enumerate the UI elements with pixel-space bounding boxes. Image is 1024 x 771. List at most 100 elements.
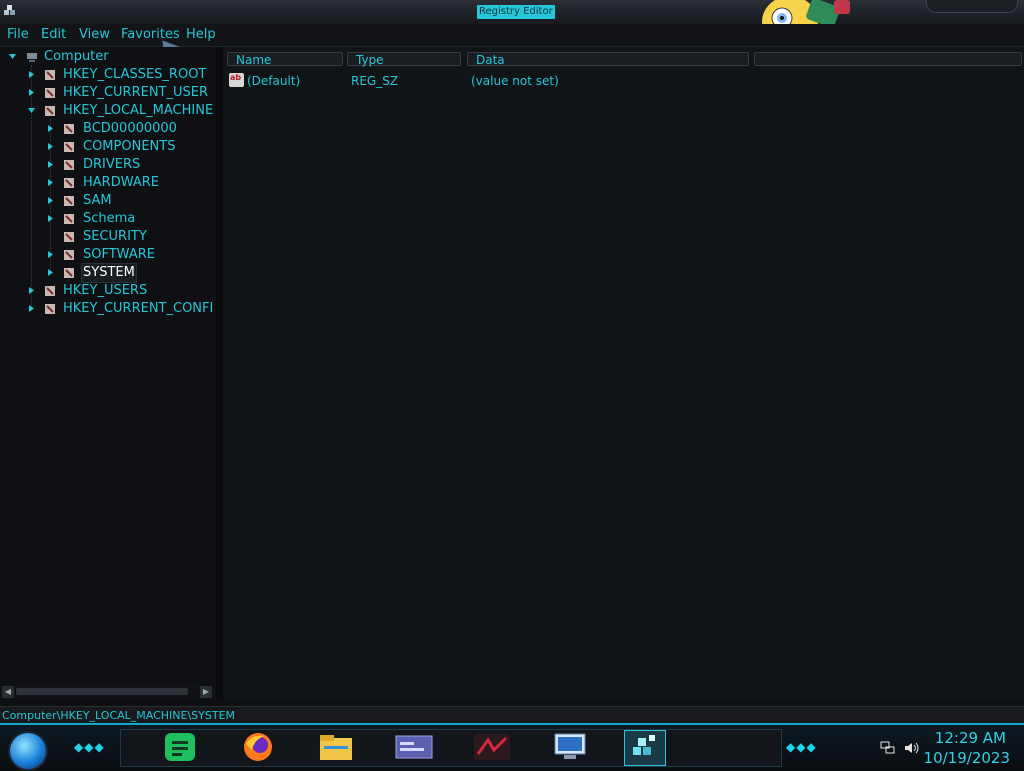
firefox-icon[interactable] xyxy=(238,730,278,764)
expand-arrow-icon[interactable] xyxy=(27,286,36,295)
menu-bar: File Edit View Favorites Help xyxy=(0,24,1024,47)
taskbar-chevrons-left-icon: ◆◆◆ xyxy=(74,740,105,754)
window-title: Registry Editor xyxy=(477,5,555,19)
start-button[interactable] xyxy=(8,731,48,771)
scroll-thumb[interactable] xyxy=(16,688,188,695)
menu-file[interactable]: File xyxy=(7,27,29,42)
column-header-type[interactable]: Type xyxy=(347,52,461,67)
scroll-right-icon[interactable]: ▶ xyxy=(200,686,212,698)
folder-key-icon xyxy=(45,88,55,98)
tree-label: HKEY_CLASSES_ROOT xyxy=(63,67,207,82)
folder-key-icon xyxy=(64,196,74,206)
menu-edit[interactable]: Edit xyxy=(41,27,66,42)
string-value-icon: ab xyxy=(229,73,244,87)
folder-key-icon xyxy=(64,142,74,152)
menu-view[interactable]: View xyxy=(79,27,110,42)
tree-label: COMPONENTS xyxy=(83,139,176,154)
folder-key-icon xyxy=(64,250,74,260)
tree-node-hku[interactable]: HKEY_USERS xyxy=(0,282,216,300)
registry-editor-icon[interactable] xyxy=(624,730,666,766)
menu-help[interactable]: Help xyxy=(186,27,216,42)
taskbar-chevrons-right-icon: ◆◆◆ xyxy=(786,740,817,754)
window-app-icon[interactable] xyxy=(394,730,434,764)
file-explorer-icon[interactable] xyxy=(316,730,356,764)
tree-node-bcd[interactable]: BCD00000000 xyxy=(0,120,216,138)
status-path: Computer\HKEY_LOCAL_MACHINE\SYSTEM xyxy=(2,709,236,722)
expand-arrow-icon[interactable] xyxy=(46,160,55,169)
tree-label: DRIVERS xyxy=(83,157,141,172)
expand-arrow-icon[interactable] xyxy=(46,124,55,133)
tree-node-security[interactable]: SECURITY xyxy=(0,228,216,246)
tree-node-components[interactable]: COMPONENTS xyxy=(0,138,216,156)
computer-icon xyxy=(27,53,37,62)
tree-node-hkcu[interactable]: HKEY_CURRENT_USER xyxy=(0,84,216,102)
expand-arrow-icon[interactable] xyxy=(46,214,55,223)
folder-key-icon xyxy=(45,304,55,314)
tree-label: HKEY_USERS xyxy=(63,283,148,298)
tree-label: HARDWARE xyxy=(83,175,159,190)
title-bar[interactable]: Registry Editor xyxy=(0,0,1024,25)
tree-label: HKEY_CURRENT_USER xyxy=(63,85,209,100)
expand-arrow-icon[interactable] xyxy=(27,88,36,97)
tree-label: HKEY_CURRENT_CONFI xyxy=(63,301,214,316)
expand-arrow-icon[interactable] xyxy=(46,250,55,259)
registry-tree[interactable]: Computer HKEY_CLASSES_ROOT HKEY_CURRENT_… xyxy=(0,47,217,685)
notes-app-icon[interactable] xyxy=(160,730,200,764)
taskbar: ◆◆◆ ◆◆◆ 12:29 AM 10/19/2023 xyxy=(0,723,1024,771)
tree-label: HKEY_LOCAL_MACHINE xyxy=(63,103,214,118)
tree-node-sam[interactable]: SAM xyxy=(0,192,216,210)
column-header-data[interactable]: Data xyxy=(467,52,749,67)
tree-label-selected: SYSTEM xyxy=(81,263,137,283)
scroll-left-icon[interactable]: ◀ xyxy=(2,686,14,698)
folder-key-icon xyxy=(64,124,74,134)
folder-key-icon xyxy=(64,232,74,242)
expand-arrow-icon[interactable] xyxy=(46,178,55,187)
tree-label: SAM xyxy=(83,193,112,208)
tree-node-hkcr[interactable]: HKEY_CLASSES_ROOT xyxy=(0,66,216,84)
tree-node-hkcc[interactable]: HKEY_CURRENT_CONFI xyxy=(0,300,216,318)
clock-time[interactable]: 12:29 AM xyxy=(935,729,1006,747)
tree-node-software[interactable]: SOFTWARE xyxy=(0,246,216,264)
expand-arrow-icon[interactable] xyxy=(46,196,55,205)
tree-label: SECURITY xyxy=(83,229,147,244)
volume-icon[interactable] xyxy=(904,741,920,755)
expand-arrow-icon[interactable] xyxy=(27,70,36,79)
tree-label: BCD00000000 xyxy=(83,121,177,136)
folder-key-icon xyxy=(64,160,74,170)
clock-date[interactable]: 10/19/2023 xyxy=(924,749,1010,767)
tree-label: Schema xyxy=(83,211,136,226)
folder-key-icon xyxy=(45,70,55,80)
tree-horizontal-scrollbar[interactable]: ◀ ▶ xyxy=(0,685,216,699)
values-list[interactable]: Name Type Data ab (Default) REG_SZ (valu… xyxy=(223,47,1024,699)
tree-node-schema[interactable]: Schema xyxy=(0,210,216,228)
tree-node-hklm[interactable]: HKEY_LOCAL_MACHINE xyxy=(0,102,216,120)
network-icon[interactable] xyxy=(880,741,896,755)
pane-splitter[interactable] xyxy=(216,47,223,699)
column-header-name[interactable]: Name xyxy=(227,52,343,67)
window-controls[interactable] xyxy=(926,0,1018,13)
collapse-arrow-icon[interactable] xyxy=(27,106,36,115)
taskbar-band xyxy=(120,729,782,767)
expand-arrow-icon[interactable] xyxy=(46,142,55,151)
tree-label-computer: Computer xyxy=(44,49,109,64)
tree-node-system[interactable]: SYSTEM xyxy=(0,263,216,283)
tree-node-computer[interactable]: Computer xyxy=(0,48,216,66)
tree-label: SOFTWARE xyxy=(83,247,155,262)
tree-node-hardware[interactable]: HARDWARE xyxy=(0,174,216,192)
folder-key-icon xyxy=(64,214,74,224)
value-type: REG_SZ xyxy=(351,74,399,88)
tree-node-drivers[interactable]: DRIVERS xyxy=(0,156,216,174)
column-header-empty xyxy=(754,52,1022,66)
collapse-arrow-icon[interactable] xyxy=(8,52,17,61)
folder-key-icon xyxy=(64,178,74,188)
expand-arrow-icon[interactable] xyxy=(46,268,55,277)
media-app-icon[interactable] xyxy=(472,730,512,764)
expand-arrow-icon[interactable] xyxy=(27,304,36,313)
folder-key-icon xyxy=(45,106,55,116)
registry-editor-app-icon[interactable] xyxy=(3,4,17,18)
value-name[interactable]: (Default) xyxy=(247,74,300,88)
status-bar: Computer\HKEY_LOCAL_MACHINE\SYSTEM xyxy=(0,706,1024,724)
remote-desktop-icon[interactable] xyxy=(550,730,590,764)
folder-key-icon xyxy=(45,286,55,296)
folder-key-icon xyxy=(64,268,74,278)
